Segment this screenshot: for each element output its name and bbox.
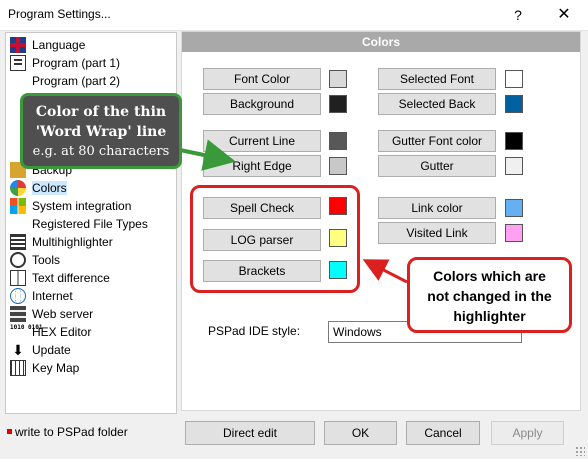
resize-grip[interactable] (575, 446, 585, 456)
callout-line: 'Word Wrap' line (35, 124, 167, 140)
unchanged-colors-note: Colors which are not changed in the high… (407, 257, 572, 333)
cancel-button[interactable]: Cancel (406, 421, 480, 445)
direct-edit-button[interactable]: Direct edit (185, 421, 315, 445)
callout-line: e.g. at 80 characters (32, 144, 170, 159)
ok-button[interactable]: OK (324, 421, 397, 445)
green-arrow (179, 139, 236, 171)
annotation-arrows (179, 139, 408, 284)
apply-button[interactable]: Apply (491, 421, 564, 445)
callout-line: Color of the thin (35, 104, 167, 120)
note-line: not changed in the (427, 288, 552, 304)
word-wrap-callout: Color of the thin 'Word Wrap' line e.g. … (20, 93, 182, 169)
note-line: highlighter (453, 308, 526, 324)
note-line: Colors which are (433, 268, 546, 284)
red-arrow (362, 259, 408, 284)
